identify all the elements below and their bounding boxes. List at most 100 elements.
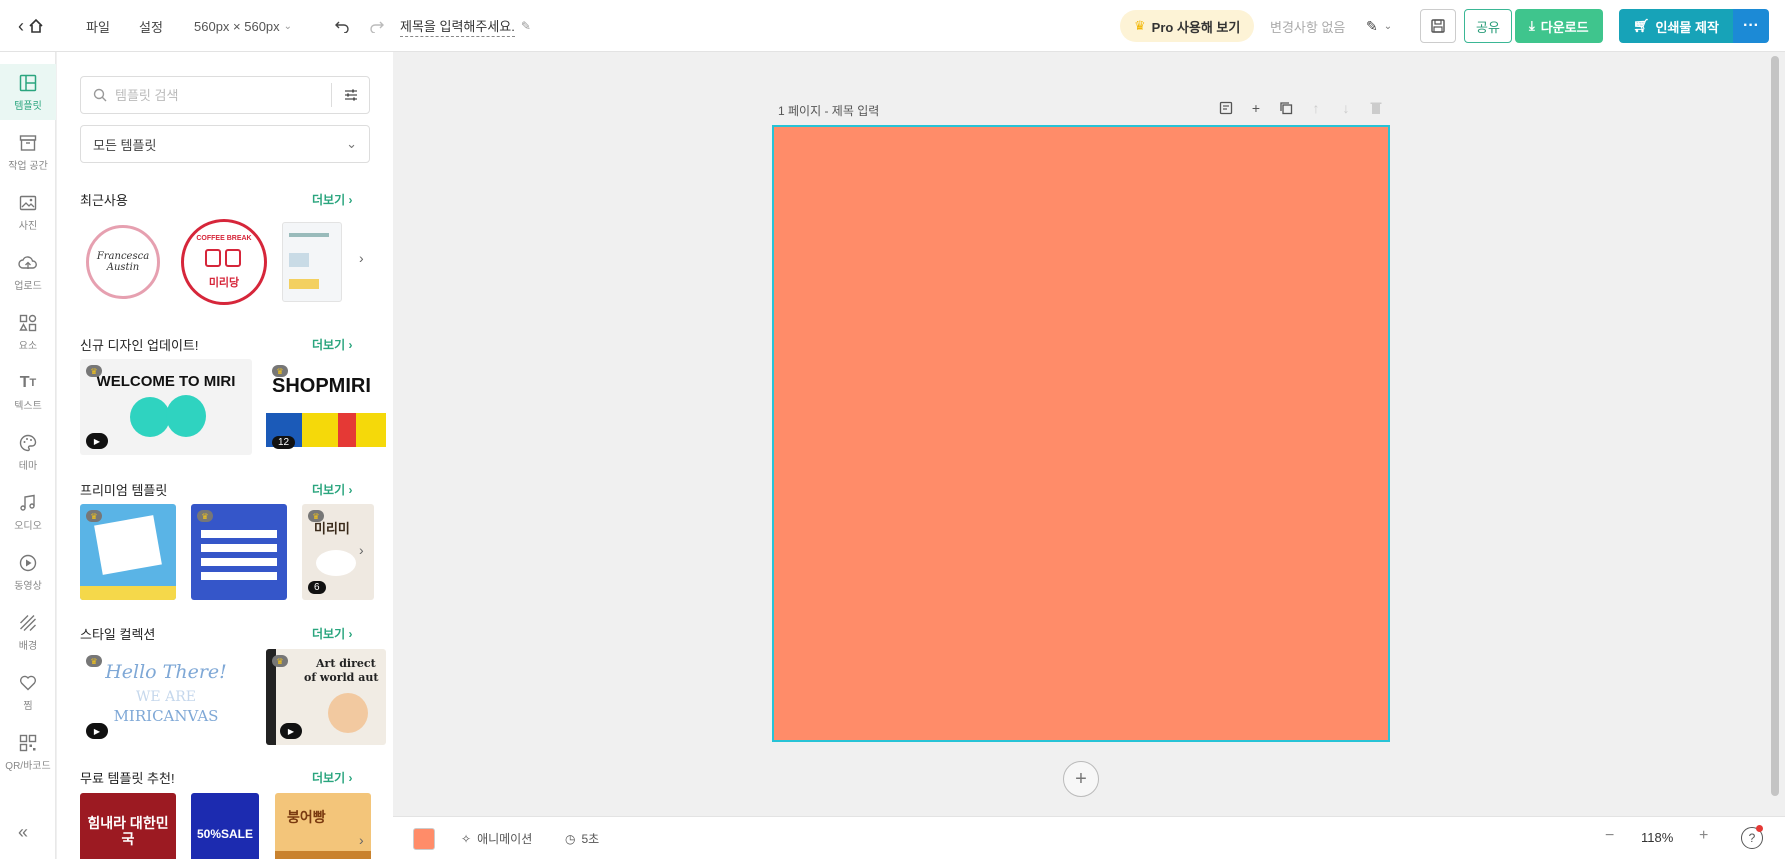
template-thumb-recent-1[interactable]: Francesca Austin xyxy=(80,217,166,307)
rail-item-qr[interactable]: QR/바코드 xyxy=(0,724,56,780)
thumb-text: of world aut xyxy=(304,671,379,684)
thumb-text: WE ARE xyxy=(136,689,196,705)
rail-item-templates[interactable]: 템플릿 xyxy=(0,64,56,120)
thumb-line xyxy=(201,558,277,566)
redo-button[interactable] xyxy=(369,0,385,52)
music-icon xyxy=(18,493,38,513)
more-options-button[interactable]: ··· xyxy=(1733,9,1769,43)
crown-icon: ♛ xyxy=(272,365,288,377)
sliders-icon xyxy=(344,89,357,101)
chevron-left-icon: ‹ xyxy=(18,15,24,36)
more-label: 더보기 xyxy=(312,338,346,352)
vertical-scrollbar[interactable] xyxy=(1771,56,1779,796)
thumb-block xyxy=(275,851,371,859)
premium-scroll-right-icon[interactable]: › xyxy=(359,542,364,558)
more-label: 더보기 xyxy=(312,627,346,641)
canvas-size-select[interactable]: 560px × 560px ⌄ xyxy=(194,0,292,52)
recent-scroll-right-icon[interactable]: › xyxy=(359,250,364,266)
document-title[interactable]: 제목을 입력해주세요. ✎ xyxy=(400,0,531,52)
page-note-icon[interactable] xyxy=(1218,100,1234,116)
thumb-line xyxy=(201,530,277,538)
save-button[interactable] xyxy=(1420,9,1456,43)
print-order-button[interactable]: 🛒︎ 인쇄물 제작 xyxy=(1619,9,1733,43)
share-button[interactable]: 공유 xyxy=(1464,9,1512,43)
file-menu[interactable]: 파일 xyxy=(86,0,110,52)
heart-icon xyxy=(18,673,38,693)
top-bar: ‹ 파일 설정 560px × 560px ⌄ 제목을 입력해주세요. ✎ ♛ … xyxy=(0,0,1785,52)
zoom-level[interactable]: 118% xyxy=(1641,830,1673,845)
undo-button[interactable] xyxy=(334,0,350,52)
zoom-in-button[interactable]: + xyxy=(1699,827,1708,845)
recent-more-link[interactable]: 더보기 › xyxy=(312,191,352,208)
rail-label: 작업 공간 xyxy=(8,160,48,172)
duplicate-page-icon[interactable] xyxy=(1278,100,1294,116)
settings-menu[interactable]: 설정 xyxy=(139,0,163,52)
rail-item-favorites[interactable]: 찜 xyxy=(0,664,56,720)
style-more-link[interactable]: 더보기 › xyxy=(312,625,352,642)
rail-item-audio[interactable]: 오디오 xyxy=(0,484,56,540)
rail-label: 찜 xyxy=(23,700,33,712)
template-thumb-new-2[interactable]: SHOPMIRI ♛ 12 xyxy=(266,359,386,455)
back-home-button[interactable]: ‹ xyxy=(18,0,44,52)
design-canvas[interactable] xyxy=(772,125,1390,742)
rail-item-text[interactable]: TT 텍스트 xyxy=(0,364,56,420)
template-thumb-premium-1[interactable]: ♛ xyxy=(80,504,176,600)
rail-label: QR/바코드 xyxy=(5,760,51,772)
rail-label: 사진 xyxy=(18,220,38,232)
rail-item-background[interactable]: 배경 xyxy=(0,604,56,660)
add-page-button[interactable]: + xyxy=(1063,761,1099,797)
rail-item-video[interactable]: 동영상 xyxy=(0,544,56,600)
thumb-text: 붕어빵 xyxy=(287,809,326,825)
premium-more-link[interactable]: 더보기 › xyxy=(312,481,352,498)
page-label[interactable]: 1 페이지 - 제목 입력 xyxy=(778,102,879,119)
delete-page-icon[interactable] xyxy=(1368,100,1384,116)
rail-item-workspace[interactable]: 작업 공간 xyxy=(0,124,56,180)
move-page-up-icon[interactable]: ↑ xyxy=(1308,100,1324,116)
thumb-text: MIRICANVAS xyxy=(113,707,219,725)
more-label: 더보기 xyxy=(312,771,346,785)
thumb-text: Art direct xyxy=(316,657,376,670)
zoom-out-button[interactable]: − xyxy=(1605,827,1614,845)
template-category-select[interactable]: 모든 템플릿 ⌄ xyxy=(80,125,370,163)
template-thumb-premium-2[interactable]: ♛ xyxy=(191,504,287,600)
animation-button[interactable]: ✧ 애니메이션 xyxy=(461,830,532,847)
template-thumb-free-3[interactable]: 붕어빵 xyxy=(275,793,371,859)
template-thumb-style-2[interactable]: Art direct of world aut ♛ ▶ xyxy=(266,649,386,745)
thumb-line xyxy=(201,544,277,552)
crown-icon: ♛ xyxy=(86,510,102,522)
template-thumb-free-2[interactable]: 50%SALE xyxy=(191,793,259,859)
thumb-text: 힘내라 대한민국 xyxy=(87,815,169,848)
rail-item-photos[interactable]: 사진 xyxy=(0,184,56,240)
free-more-link[interactable]: 더보기 › xyxy=(312,769,352,786)
template-thumb-recent-2[interactable]: COFFEE BREAK 미리당 xyxy=(179,217,269,307)
background-color-swatch[interactable] xyxy=(413,828,435,850)
page-duration-button[interactable]: ◷ 5초 xyxy=(565,830,599,847)
search-icon xyxy=(93,88,107,102)
elements-icon xyxy=(18,313,38,333)
page-count-badge: 6 xyxy=(308,581,326,594)
animation-icon: ✧ xyxy=(461,831,472,846)
template-thumb-free-1[interactable]: 힘내라 대한민국 xyxy=(80,793,176,859)
download-button[interactable]: ⤓ 다운로드 xyxy=(1515,9,1603,43)
collapse-panel-button[interactable]: « xyxy=(18,822,28,843)
document-title-text[interactable]: 제목을 입력해주세요. xyxy=(400,16,515,37)
add-page-icon[interactable]: + xyxy=(1248,100,1264,116)
move-page-down-icon[interactable]: ↓ xyxy=(1338,100,1354,116)
save-icon xyxy=(1431,19,1445,33)
edit-mode-button[interactable]: ✎ ⌄ xyxy=(1366,0,1392,52)
character-shape xyxy=(130,397,170,437)
new-more-link[interactable]: 더보기 › xyxy=(312,336,352,353)
save-status: 변경사항 없음 xyxy=(1270,19,1346,35)
free-scroll-right-icon[interactable]: › xyxy=(359,832,364,848)
rail-item-elements[interactable]: 요소 xyxy=(0,304,56,360)
template-thumb-style-1[interactable]: Hello There! WE ARE MIRICANVAS ♛ ▶ xyxy=(80,649,252,745)
filter-settings-button[interactable] xyxy=(331,83,369,107)
download-label: 다운로드 xyxy=(1540,19,1589,35)
template-search-input[interactable] xyxy=(115,87,325,103)
template-thumb-new-1[interactable]: WELCOME TO MIRI ♛ ▶ xyxy=(80,359,252,455)
rail-item-theme[interactable]: 테마 xyxy=(0,424,56,480)
rail-item-upload[interactable]: 업로드 xyxy=(0,244,56,300)
pencil-icon[interactable]: ✎ xyxy=(521,19,531,33)
template-thumb-recent-3[interactable] xyxy=(282,222,342,302)
pro-trial-button[interactable]: ♛ Pro 사용해 보기 xyxy=(1120,10,1255,42)
